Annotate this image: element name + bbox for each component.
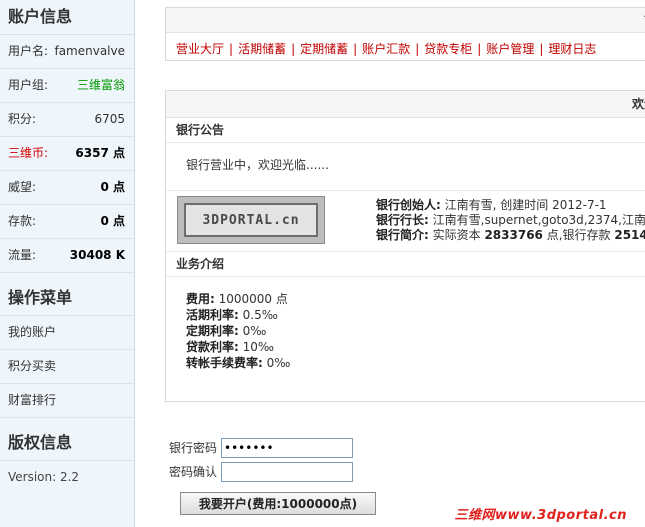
nav-separator: |	[291, 42, 296, 56]
biz-item-loan-rate: 贷款利率: 10‰	[186, 339, 645, 355]
confirm-row: 密码确认	[169, 460, 353, 483]
nav-separator: |	[229, 42, 234, 56]
nav-separator: |	[415, 42, 420, 56]
coins-label: 三维币:	[8, 146, 49, 160]
welcome-header: 欢迎	[166, 91, 645, 118]
intro-capital: 2833766	[484, 228, 543, 242]
prestige-label: 威望:	[8, 180, 37, 194]
usergroup-label: 用户组:	[8, 78, 49, 92]
intro-deposit: 2514	[614, 228, 645, 242]
version-text: Version: 2.2	[8, 470, 80, 484]
bank-meta: 银行创始人: 江南有雪, 创建时间 2012-7-1 银行行长: 江南有雪,su…	[376, 198, 645, 243]
biz-item-transfer-fee: 转帐手续费率: 0‰	[186, 355, 645, 371]
traffic-value: 30408 K	[69, 248, 125, 262]
info-row-usergroup: 用户组: 三维富翁	[0, 69, 134, 103]
intro-text-a: 实际资本	[428, 228, 485, 242]
username-value: famenvalve	[54, 44, 125, 58]
deposit-label: 存款:	[8, 214, 37, 228]
points-value: 6705	[94, 112, 125, 126]
nav-separator: |	[539, 42, 544, 56]
password-label: 银行密码	[169, 441, 218, 455]
nav-header: 管	[166, 8, 645, 33]
account-info-title: 账户信息	[0, 0, 134, 35]
biz-label: 转帐手续费率:	[186, 356, 263, 370]
biz-value: 0‰	[238, 324, 267, 338]
biz-item-current-rate: 活期利率: 0.5‰	[186, 307, 645, 323]
nav-link-remittance[interactable]: 账户汇款	[362, 42, 410, 56]
nav-link-account-manage[interactable]: 账户管理	[486, 42, 534, 56]
nav-link-current-savings[interactable]: 活期储蓄	[238, 42, 286, 56]
menu-title: 操作菜单	[0, 281, 134, 316]
founder-value: 江南有雪, 创建时间 2012-7-1	[440, 198, 607, 212]
nav-link-finance-log[interactable]: 理财日志	[548, 42, 596, 56]
nav-separator: |	[353, 42, 358, 56]
menu-item-wealth-rank[interactable]: 财富排行	[0, 384, 134, 418]
nav-links: 营业大厅 | 活期储蓄 | 定期储蓄 | 账户汇款 | 贷款专柜 | 账户管理 | 理财日志	[166, 33, 645, 57]
sidebar: 账户信息 用户名: famenvalve 用户组: 三维富翁 积分: 6705 …	[0, 0, 135, 527]
bank-info-panel: 欢迎 银行公告 银行营业中，欢迎光临...... 3DPORTAL.cn 银行创…	[165, 90, 645, 402]
usergroup-value: 三维富翁	[76, 78, 125, 92]
info-row-prestige: 威望: 0 点	[0, 171, 134, 205]
biz-label: 定期利率:	[186, 324, 239, 338]
site-watermark: 三维网www.3dportal.cn	[454, 508, 627, 523]
points-label: 积分:	[8, 112, 37, 126]
password-input[interactable]	[221, 437, 353, 458]
nav-link-loans[interactable]: 贷款专柜	[424, 42, 472, 56]
password-row: 银行密码	[169, 436, 353, 459]
business-list: 费用: 1000000 点 活期利率: 0.5‰ 定期利率: 0‰ 贷款利率: …	[166, 277, 645, 371]
manager-value: 江南有雪,supernet,goto3d,2374,江南有	[428, 213, 645, 227]
biz-label: 贷款利率:	[186, 340, 239, 354]
menu-item-my-account[interactable]: 我的账户	[0, 316, 134, 350]
notice-title: 银行公告	[166, 118, 645, 143]
founder-line: 银行创始人: 江南有雪, 创建时间 2012-7-1	[376, 198, 645, 213]
biz-value: 10‰	[238, 340, 274, 354]
bank-logo: 3DPORTAL.cn	[177, 196, 325, 244]
confirm-password-input[interactable]	[221, 461, 353, 482]
info-row-coins: 三维币: 6357 点	[0, 137, 134, 171]
copyright-title: 版权信息	[0, 426, 134, 461]
manager-line: 银行行长: 江南有雪,supernet,goto3d,2374,江南有	[376, 213, 645, 228]
nav-link-hall[interactable]: 营业大厅	[176, 42, 224, 56]
biz-item-fee: 费用: 1000000 点	[186, 291, 645, 307]
info-row-traffic: 流量: 30408 K	[0, 239, 134, 273]
nav-panel: 管 营业大厅 | 活期储蓄 | 定期储蓄 | 账户汇款 | 贷款专柜 | 账户管理 | 理财日志	[165, 7, 645, 61]
bank-logo-text: 3DPORTAL.cn	[184, 203, 318, 237]
traffic-label: 流量:	[8, 248, 37, 262]
open-account-form: 银行密码 密码确认	[169, 436, 353, 484]
open-account-button[interactable]: 我要开户(费用:1000000点)	[180, 492, 376, 515]
biz-label: 活期利率:	[186, 308, 239, 322]
biz-value: 0‰	[262, 356, 291, 370]
nav-separator: |	[477, 42, 482, 56]
deposit-value: 0 点	[100, 214, 125, 228]
notice-text: 银行营业中，欢迎光临......	[186, 158, 329, 172]
info-row-points: 积分: 6705	[0, 103, 134, 137]
biz-value: 1000000 点	[214, 292, 288, 306]
biz-value: 0.5‰	[238, 308, 278, 322]
info-row-username: 用户名: famenvalve	[0, 35, 134, 69]
username-label: 用户名:	[8, 44, 49, 58]
biz-label: 费用:	[186, 292, 215, 306]
founder-label: 银行创始人:	[376, 198, 441, 212]
info-row-deposit: 存款: 0 点	[0, 205, 134, 239]
intro-line: 银行简介: 实际资本 2833766 点,银行存款 2514	[376, 228, 645, 243]
prestige-value: 0 点	[100, 180, 125, 194]
business-title: 业务介绍	[166, 251, 645, 277]
intro-text-b: 点,银行存款	[542, 228, 615, 242]
coins-value: 6357 点	[75, 146, 125, 160]
bank-details-row: 3DPORTAL.cn 银行创始人: 江南有雪, 创建时间 2012-7-1 银…	[166, 190, 645, 251]
manager-label: 银行行长:	[376, 213, 429, 227]
main-content: 管 营业大厅 | 活期储蓄 | 定期储蓄 | 账户汇款 | 贷款专柜 | 账户管理 | 理财日志 欢迎 …	[134, 0, 645, 527]
biz-item-fixed-rate: 定期利率: 0‰	[186, 323, 645, 339]
nav-link-fixed-savings[interactable]: 定期储蓄	[300, 42, 348, 56]
menu-item-points-trade[interactable]: 积分买卖	[0, 350, 134, 384]
intro-label: 银行简介:	[376, 228, 429, 242]
confirm-label: 密码确认	[169, 465, 218, 479]
